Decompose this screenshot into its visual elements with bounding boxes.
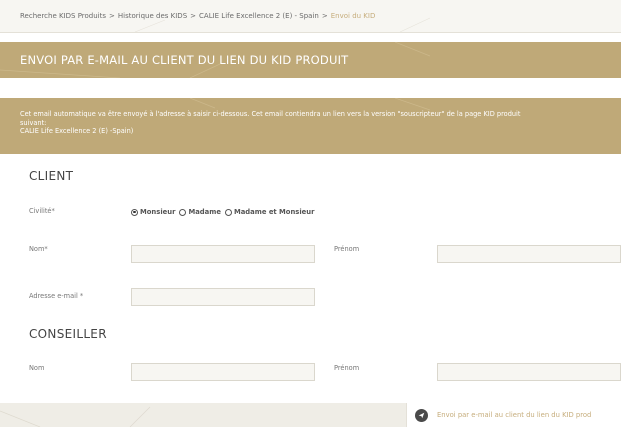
conseiller-section-title: CONSEILLER — [29, 327, 107, 341]
radio-button-checked[interactable] — [131, 208, 138, 216]
client-email-input[interactable] — [131, 288, 315, 306]
conseiller-nom-label: Nom — [29, 364, 45, 372]
civilite-option-label: Monsieur — [140, 208, 176, 216]
info-message: Cet email automatique va être envoyé à l… — [20, 110, 521, 118]
civilite-option-madame[interactable]: Madame — [179, 208, 221, 216]
info-banner: Cet email automatique va être envoyé à l… — [0, 98, 621, 154]
client-email-label: Adresse e-mail * — [29, 292, 84, 300]
conseiller-prenom-input[interactable] — [437, 363, 621, 381]
civilite-option-label: Madame et Monsieur — [233, 208, 315, 216]
client-prenom-label: Prénom — [334, 245, 360, 253]
breadcrumb-separator: > — [109, 12, 115, 20]
send-kid-link-button[interactable]: Envoi par e-mail au client du lien du KI… — [406, 403, 621, 427]
paper-plane-icon — [415, 409, 428, 422]
page-title-bar: ENVOI PAR E-MAIL AU CLIENT DU LIEN DU KI… — [0, 42, 621, 78]
breadcrumb-link-recherche[interactable]: Recherche KIDS Produits — [20, 12, 106, 20]
client-nom-label: Nom* — [29, 245, 48, 253]
client-prenom-input[interactable] — [437, 245, 621, 263]
breadcrumb: Recherche KIDS Produits > Historique des K… — [0, 0, 621, 33]
civilite-option-madame-et-monsieur[interactable]: Madame et Monsieur — [224, 208, 315, 216]
radio-button[interactable] — [224, 208, 232, 216]
breadcrumb-separator: > — [321, 12, 328, 20]
send-kid-link-label: Envoi par e-mail au client du lien du KI… — [437, 411, 592, 419]
civilite-label: Civilité* — [29, 207, 55, 215]
client-section-title: CLIENT — [29, 169, 74, 183]
civilite-radio-group: Monsieur Madame Madame et Monsieur — [131, 207, 319, 217]
info-message-suffix: suivant: — [20, 118, 47, 127]
civilite-option-label: Madame — [188, 208, 221, 216]
civilite-option-monsieur[interactable]: Monsieur — [131, 208, 175, 216]
conseiller-nom-input[interactable] — [131, 363, 315, 381]
breadcrumb-link-product[interactable]: CALIE Life Excellence 2 (E) - Spain — [199, 12, 319, 20]
client-nom-input[interactable] — [131, 245, 315, 263]
breadcrumb-current: Envoi du KID — [330, 12, 376, 20]
breadcrumb-separator: > — [190, 12, 197, 20]
radio-button[interactable] — [179, 208, 187, 216]
info-product-name: CALIE Life Excellence 2 (E) -Spain) — [20, 127, 134, 135]
page-title: ENVOI PAR E-MAIL AU CLIENT DU LIEN DU KI… — [20, 53, 349, 67]
conseiller-prenom-label: Prénom — [334, 364, 360, 372]
breadcrumb-link-historique[interactable]: Historique des KIDS — [118, 12, 187, 20]
banner-decoration — [0, 406, 151, 427]
